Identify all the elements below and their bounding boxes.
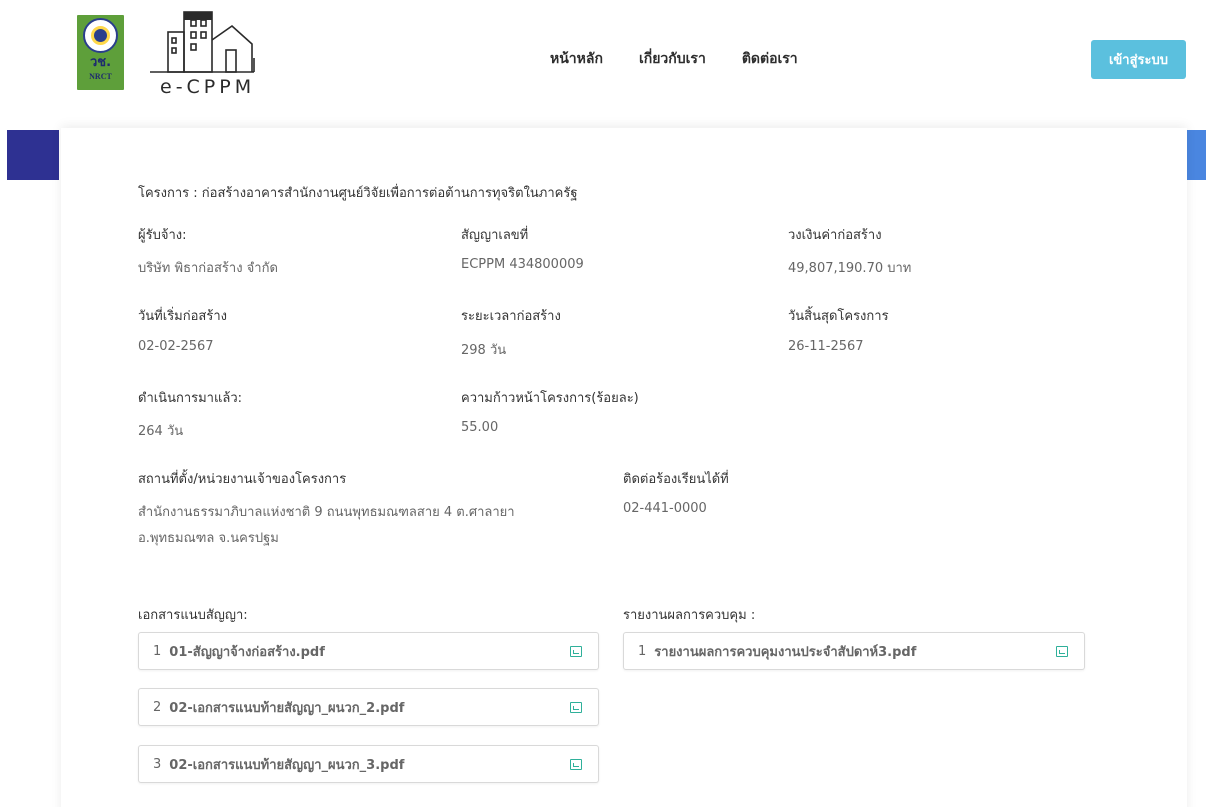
accent-bar-right	[1187, 130, 1206, 180]
app-logo-text: e-CPPM	[160, 76, 256, 98]
budget-label: วงเงินค่าก่อสร้าง	[788, 228, 882, 243]
image-icon[interactable]	[570, 702, 582, 713]
report-filename: รายงานผลการควบคุมงานประจำสัปดาห์3.pdf	[654, 644, 917, 660]
progress-value: 55.00	[461, 420, 499, 435]
elapsed-value: 264 วัน	[138, 424, 184, 439]
contractor-value: บริษัท พิธาก่อสร้าง จำกัด	[138, 261, 278, 276]
attachment-item[interactable]: 2 02-เอกสารแนบท้ายสัญญา_ผนวก_2.pdf	[138, 688, 599, 726]
contract-no-label: สัญญาเลขที่	[461, 228, 529, 243]
image-icon[interactable]	[1056, 646, 1068, 657]
report-item[interactable]: 1 รายงานผลการควบคุมงานประจำสัปดาห์3.pdf	[623, 632, 1085, 670]
start-date-value: 02-02-2567	[138, 339, 214, 354]
location-line1: สำนักงานธรรมาภิบาลแห่งชาติ 9 ถนนพุทธมณฑล…	[138, 505, 515, 520]
attachment-number: 2	[153, 699, 162, 715]
duration-label: ระยะเวลาก่อสร้าง	[461, 309, 561, 324]
attachment-filename: 02-เอกสารแนบท้ายสัญญา_ผนวก_3.pdf	[169, 757, 405, 773]
location-line2: อ.พุทธมณฑล จ.นครปฐม	[138, 531, 279, 546]
nav-contact[interactable]: ติดต่อเรา	[742, 48, 798, 70]
attachment-number: 1	[153, 643, 162, 659]
attachment-filename: 01-สัญญาจ้างก่อสร้าง.pdf	[169, 644, 325, 660]
attachment-filename: 02-เอกสารแนบท้ายสัญญา_ผนวก_2.pdf	[169, 700, 405, 716]
nrct-seal-icon	[83, 18, 118, 53]
main-nav: หน้าหลัก เกี่ยวกับเรา ติดต่อเรา	[550, 48, 834, 70]
end-date-value: 26-11-2567	[788, 339, 864, 354]
project-title: โครงการ : ก่อสร้างอาคารสำนักงานศูนย์วิจั…	[138, 186, 578, 201]
attachment-item[interactable]: 3 02-เอกสารแนบท้ายสัญญา_ผนวก_3.pdf	[138, 745, 599, 783]
attachment-item[interactable]: 1 01-สัญญาจ้างก่อสร้าง.pdf	[138, 632, 599, 670]
end-date-label: วันสิ้นสุดโครงการ	[788, 309, 889, 324]
nrct-logo-text-th: วช.	[89, 55, 112, 70]
duration-value: 298 วัน	[461, 343, 507, 358]
contract-no-value: ECPPM 434800009	[461, 257, 584, 272]
progress-label: ความก้าวหน้าโครงการ(ร้อยละ)	[461, 391, 639, 406]
nrct-logo[interactable]: วช. NRCT	[77, 15, 124, 90]
budget-value: 49,807,190.70 บาท	[788, 261, 912, 276]
image-icon[interactable]	[570, 759, 582, 770]
attachment-number: 3	[153, 756, 162, 772]
header: วช. NRCT e-CPPM หน้าหลัก เกี่ยวกับเรา ติ…	[0, 0, 1206, 122]
image-icon[interactable]	[570, 646, 582, 657]
reports-label: รายงานผลการควบคุม :	[623, 608, 756, 623]
start-date-label: วันที่เริ่มก่อสร้าง	[138, 309, 227, 324]
report-number: 1	[638, 643, 647, 659]
nav-home[interactable]: หน้าหลัก	[550, 48, 603, 70]
attachments-label: เอกสารแนบสัญญา:	[138, 608, 248, 623]
contact-label: ติดต่อร้องเรียนได้ที่	[623, 472, 729, 487]
contact-value: 02-441-0000	[623, 501, 707, 516]
login-button[interactable]: เข้าสู่ระบบ	[1091, 40, 1186, 79]
contractor-label: ผู้รับจ้าง:	[138, 228, 187, 243]
elapsed-label: ดำเนินการมาแล้ว:	[138, 391, 243, 406]
nrct-logo-text-en: NRCT	[89, 72, 112, 81]
accent-bar-left	[7, 130, 59, 180]
location-label: สถานที่ตั้ง/หน่วยงานเจ้าของโครงการ	[138, 472, 347, 487]
nav-about[interactable]: เกี่ยวกับเรา	[639, 48, 706, 70]
